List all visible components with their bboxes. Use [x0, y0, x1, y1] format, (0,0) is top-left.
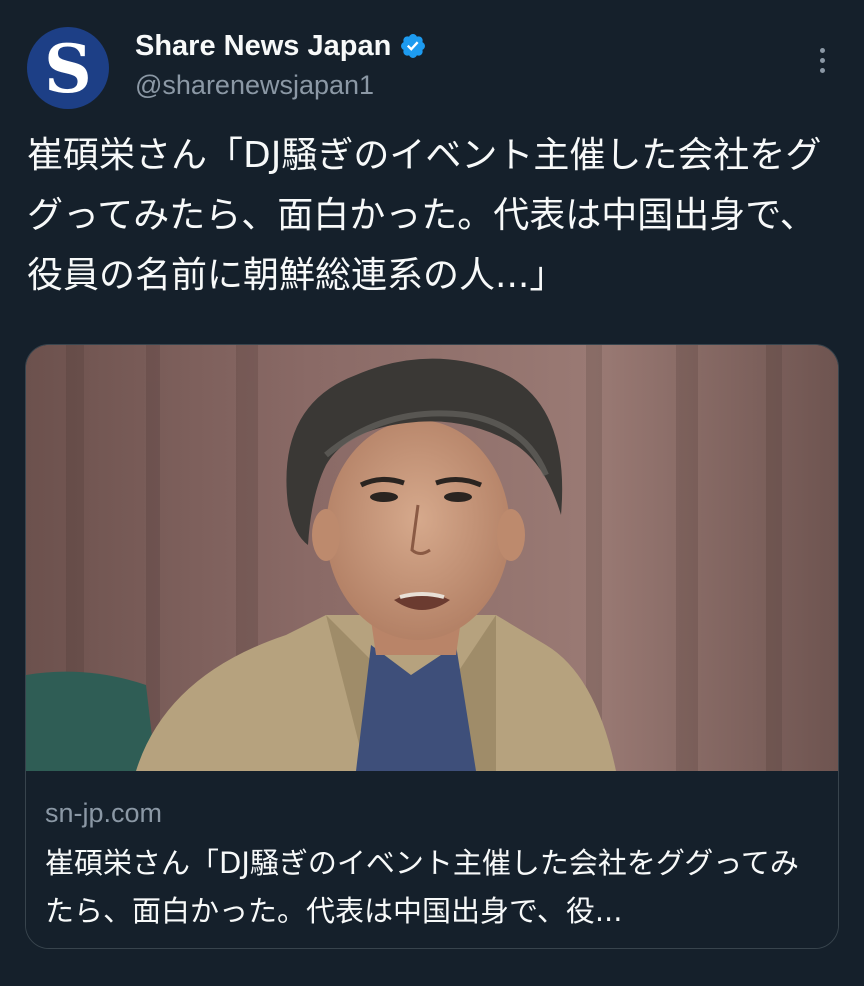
more-dot [819, 67, 825, 73]
link-card-footer[interactable]: sn-jp.com 崔碩栄さん「DJ騒ぎのイベント主催した会社をググってみたら、… [26, 771, 838, 948]
avatar[interactable]: S [27, 27, 109, 109]
more-dot [819, 57, 825, 63]
tweet[interactable]: S Share News Japan @sharenewsjapan1 崔碩栄さ… [0, 0, 864, 986]
more-options-icon[interactable] [806, 40, 838, 80]
display-name[interactable]: Share News Japan [135, 30, 391, 63]
tweet-text: 崔碩栄さん「DJ騒ぎのイベント主催した会社をググってみたら、面白かった。代表は中… [27, 135, 822, 296]
portrait-photo [26, 345, 838, 771]
account-handle[interactable]: @sharenewsjapan1 [135, 70, 374, 101]
more-dot [819, 47, 825, 53]
link-card-title: 崔碩栄さん「DJ騒ぎのイベント主催した会社をググってみたら、面白かった。代表は中… [45, 846, 799, 928]
link-card-domain: sn-jp.com [45, 798, 163, 828]
avatar-logo-letter: S [44, 30, 92, 108]
link-card[interactable]: sn-jp.com 崔碩栄さん「DJ騒ぎのイベント主催した会社をググってみたら、… [25, 344, 839, 949]
link-card-image[interactable] [26, 345, 838, 771]
verified-badge-icon[interactable] [399, 32, 427, 60]
author-name-row: Share News Japan [135, 28, 427, 64]
